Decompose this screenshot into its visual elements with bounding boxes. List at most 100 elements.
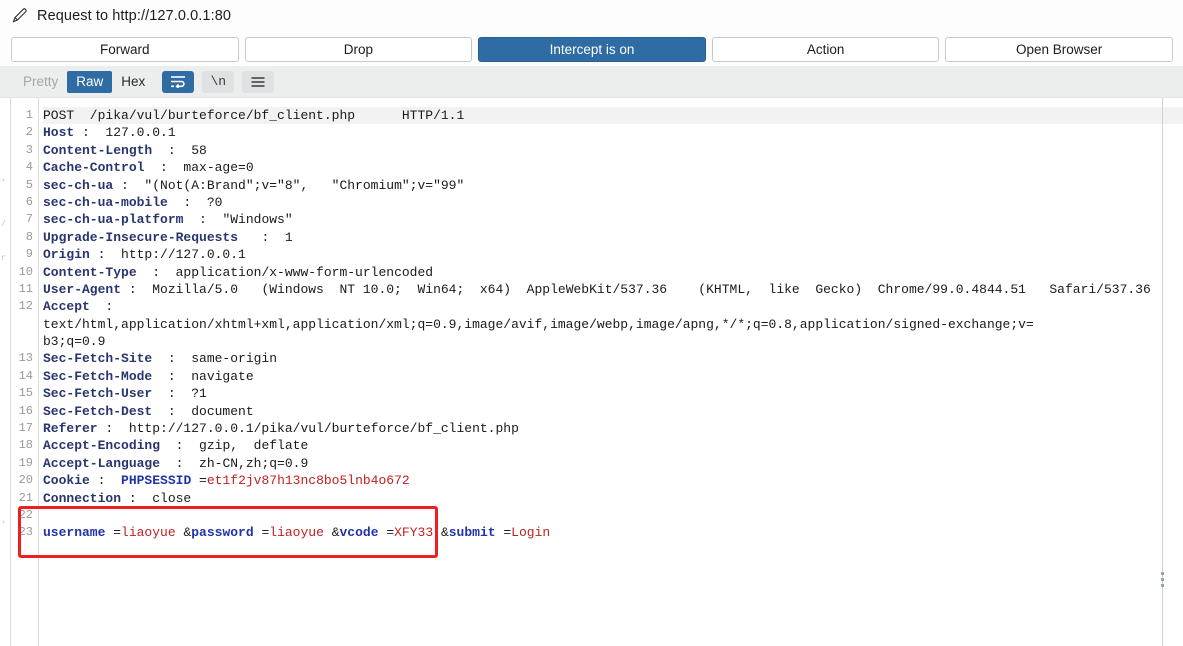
window-title-bar: Request to http://127.0.0.1:80 bbox=[0, 0, 1183, 32]
code-segment: & bbox=[175, 525, 192, 541]
line-number: 23 bbox=[18, 525, 33, 540]
line-number: 22 bbox=[18, 507, 33, 522]
code-segment: : gzip, deflate bbox=[160, 438, 309, 454]
code-segment: password bbox=[191, 525, 254, 541]
request-line: sec-ch-ua-platform : "Windows" bbox=[43, 211, 1183, 228]
code-segment: : http://127.0.0.1/pika/vul/burteforce/b… bbox=[97, 421, 519, 437]
code-segment: Accept bbox=[43, 299, 90, 315]
code-segment: et1f2jv87h13nc8bo5lnb4o672 bbox=[206, 473, 410, 489]
line-number: 16 bbox=[18, 403, 33, 418]
request-line: Connection : close bbox=[43, 490, 1183, 507]
menu-icon[interactable] bbox=[242, 70, 275, 93]
open-browser-button[interactable]: Open Browser bbox=[945, 36, 1173, 62]
code-segment: : application/x-www-form-urlencoded bbox=[136, 264, 434, 280]
word-wrap-icon[interactable] bbox=[162, 70, 195, 93]
code-segment: Cookie bbox=[43, 473, 90, 489]
line-number: . bbox=[11, 333, 33, 350]
code-segment: vcode bbox=[339, 525, 379, 541]
request-line: Origin : http://127.0.0.1 bbox=[43, 246, 1183, 263]
line-number: 9 bbox=[25, 247, 33, 262]
code-segment: : 1 bbox=[238, 229, 293, 245]
code-segment: Sec-Fetch-Mode bbox=[43, 368, 153, 384]
request-line: Upgrade-Insecure-Requests : 1 bbox=[43, 229, 1183, 246]
code-segment: User-Agent bbox=[43, 281, 122, 297]
code-segment: Sec-Fetch-User bbox=[43, 386, 153, 402]
line-number: 1 bbox=[25, 108, 33, 122]
code-segment: : navigate bbox=[152, 368, 254, 384]
line-number: . bbox=[11, 316, 33, 333]
forward-button[interactable]: Forward bbox=[11, 36, 239, 62]
code-segment: : same-origin bbox=[152, 351, 278, 367]
request-line: text/html,application/xhtml+xml,applicat… bbox=[43, 316, 1183, 333]
view-mode-bar: Pretty Raw Hex \n bbox=[0, 66, 1183, 98]
code-segment: : close bbox=[121, 490, 192, 506]
code-segment: liaoyue bbox=[121, 525, 176, 541]
line-number: 11 bbox=[18, 281, 33, 296]
code-segment: sec-ch-ua-platform bbox=[43, 212, 184, 228]
panel-drag-handle[interactable] bbox=[1154, 564, 1171, 594]
request-line: Content-Length : 58 bbox=[43, 142, 1183, 159]
drop-button[interactable]: Drop bbox=[244, 36, 473, 62]
code-segment: : "Windows" bbox=[183, 212, 293, 228]
code-segment: : 58 bbox=[152, 142, 207, 158]
pencil-icon bbox=[9, 6, 29, 26]
line-number: 10 bbox=[18, 264, 33, 279]
request-code-area[interactable]: POST /pika/vul/burteforce/bf_client.php … bbox=[39, 98, 1183, 646]
tab-raw[interactable]: Raw bbox=[67, 70, 113, 93]
request-line bbox=[43, 507, 1183, 524]
code-segment: username bbox=[43, 525, 106, 541]
code-segment: : http://127.0.0.1 bbox=[89, 247, 246, 263]
request-line: Sec-Fetch-User : ?1 bbox=[43, 385, 1183, 402]
line-number: 8 bbox=[25, 229, 33, 244]
code-segment: XFY33 bbox=[394, 525, 434, 541]
request-line: Sec-Fetch-Mode : navigate bbox=[43, 368, 1183, 385]
line-number: 20 bbox=[18, 473, 33, 488]
line-number: 4 bbox=[25, 160, 33, 175]
request-line: Sec-Fetch-Site : same-origin bbox=[43, 350, 1183, 367]
code-segment: Accept-Language bbox=[43, 455, 161, 471]
tab-pretty[interactable]: Pretty bbox=[14, 71, 67, 93]
code-segment: b3;q=0.9 bbox=[43, 334, 106, 350]
line-number: 15 bbox=[18, 386, 33, 401]
code-segment: text/html,application/xhtml+xml,applicat… bbox=[43, 316, 1034, 332]
code-segment: : max-age=0 bbox=[144, 160, 254, 176]
code-segment: Cache-Control bbox=[43, 160, 145, 176]
code-segment: = bbox=[495, 525, 512, 541]
request-line: sec-ch-ua : "(Not(A:Brand";v="8", "Chrom… bbox=[43, 177, 1183, 194]
line-number: 14 bbox=[18, 368, 33, 383]
newline-glyph: \n bbox=[210, 74, 227, 89]
code-segment: sec-ch-ua bbox=[43, 177, 114, 193]
tab-hex[interactable]: Hex bbox=[112, 71, 154, 93]
code-segment: Connection bbox=[43, 490, 122, 506]
request-editor: › / r › 123456789101112..131415161718192… bbox=[0, 98, 1183, 646]
intercept-toggle-button[interactable]: Intercept is on bbox=[478, 36, 706, 62]
action-button[interactable]: Action bbox=[711, 36, 940, 62]
code-segment: liaoyue bbox=[269, 525, 324, 541]
line-number: 5 bbox=[25, 177, 33, 192]
code-segment: = bbox=[378, 525, 395, 541]
code-segment: Origin bbox=[43, 247, 90, 263]
code-segment: : Mozilla/5.0 (Windows NT 10.0; Win64; x… bbox=[121, 281, 1151, 297]
code-segment: Login bbox=[511, 525, 551, 541]
line-number: 21 bbox=[18, 490, 33, 505]
code-segment: & bbox=[323, 525, 340, 541]
request-line: Referer : http://127.0.0.1/pika/vul/burt… bbox=[43, 420, 1183, 437]
code-segment: : zh-CN,zh;q=0.9 bbox=[160, 455, 309, 471]
request-line: Cookie : PHPSESSID =et1f2jv87h13nc8bo5ln… bbox=[43, 472, 1183, 489]
line-number: 3 bbox=[25, 142, 33, 157]
request-line: b3;q=0.9 bbox=[43, 333, 1183, 350]
intercept-toolbar: Forward Drop Intercept is on Action Open… bbox=[0, 32, 1183, 66]
request-line: username =liaoyue &password =liaoyue &vc… bbox=[43, 524, 1183, 541]
code-segment: Content-Length bbox=[43, 142, 153, 158]
code-segment: Host bbox=[43, 125, 75, 141]
line-number: 19 bbox=[18, 455, 33, 470]
request-line: Host : 127.0.0.1 bbox=[43, 124, 1183, 141]
code-segment: : 127.0.0.1 bbox=[74, 125, 176, 141]
request-line: Accept-Language : zh-CN,zh;q=0.9 bbox=[43, 455, 1183, 472]
line-number-gutter: 123456789101112..1314151617181920212223 bbox=[11, 98, 39, 646]
line-number: 17 bbox=[18, 421, 33, 436]
code-segment: : ?0 bbox=[167, 194, 223, 210]
request-line: sec-ch-ua-mobile : ?0 bbox=[43, 194, 1183, 211]
newline-icon[interactable]: \n bbox=[202, 70, 235, 93]
code-segment: : bbox=[89, 473, 122, 489]
